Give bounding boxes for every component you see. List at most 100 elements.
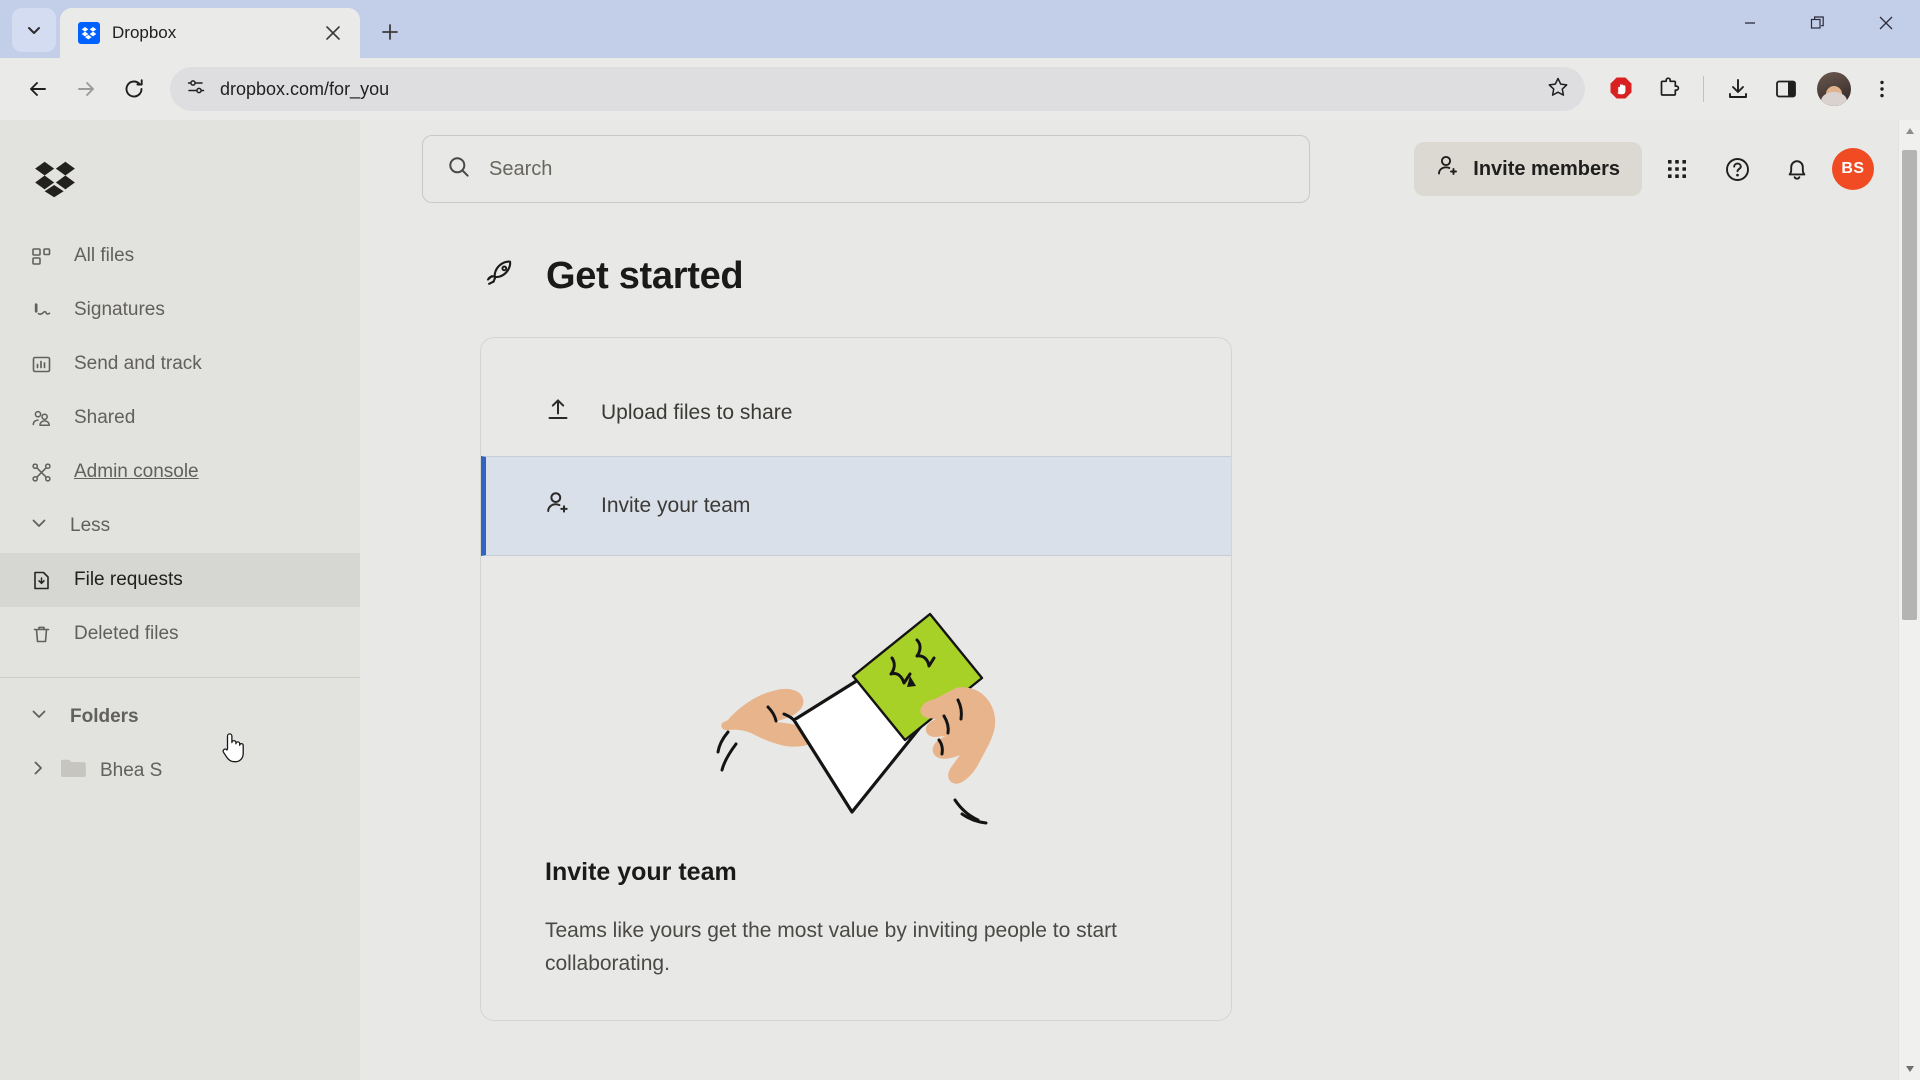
admin-icon [30,461,52,483]
search-input[interactable]: Search [422,135,1310,203]
close-window-button[interactable] [1852,0,1920,46]
chevron-down-icon [30,514,48,538]
window-controls [1716,0,1920,46]
grid-apps-icon [1668,160,1686,178]
main-header: Search Invite members BS [360,120,1920,218]
shared-icon [30,407,52,429]
help-button[interactable] [1712,144,1762,194]
downloads-icon [1729,79,1747,98]
sidebar-item-all-files[interactable]: All files [0,229,360,283]
invite-members-label: Invite members [1473,157,1620,180]
star-icon [1548,77,1568,96]
close-tab-button[interactable] [320,20,346,46]
forward-arrow-icon [78,82,94,96]
card-detail: Invite your team Teams like yours get th… [481,848,1231,1020]
file-request-icon [30,569,52,591]
upload-icon [545,397,571,429]
sidebar-item-label: Send and track [74,353,202,374]
person-add-icon [545,490,571,522]
reload-icon [125,79,143,98]
side-panel-button[interactable] [1764,67,1808,111]
task-upload-files[interactable]: Upload files to share [481,380,1231,446]
sidebar-item-label: Shared [74,407,136,428]
plus-icon [382,24,398,40]
dropbox-logo[interactable] [0,142,360,229]
side-panel-icon [1776,80,1796,98]
user-avatar[interactable]: BS [1832,148,1874,190]
site-settings-icon[interactable] [186,77,206,102]
task-label: Upload files to share [601,401,793,424]
notifications-button[interactable] [1772,144,1822,194]
task-invite-your-team[interactable]: Invite your team [481,456,1231,556]
scroll-down-icon [1906,1066,1914,1072]
extensions-button[interactable] [1647,67,1691,111]
sidebar-folders-label: Folders [70,706,139,727]
sidebar-item-label: Deleted files [74,623,179,644]
sidebar-item-admin-console[interactable]: Admin console [0,445,360,499]
scroll-down-button[interactable] [1899,1058,1920,1080]
minimize-button[interactable] [1716,0,1784,46]
sidebar-item-shared[interactable]: Shared [0,391,360,445]
profile-button[interactable] [1812,67,1856,111]
tab-title: Dropbox [112,23,177,42]
main-content: Search Invite members BS Get started Upl… [360,120,1920,1080]
search-icon [447,155,471,184]
browser-tab[interactable]: Dropbox [60,8,360,58]
tab-strip: Dropbox [0,0,1920,58]
chevron-right-icon[interactable] [30,760,46,782]
avatar-initials: BS [1841,160,1865,177]
content-region: Get started Upload files to share Invite [360,254,1920,1022]
vertical-scrollbar[interactable] [1898,120,1920,1080]
sidebar-folder-label: Bhea S [100,760,163,781]
page-title: Get started [480,254,1920,299]
scrollbar-track[interactable] [1899,142,1920,1058]
folder-icon [60,757,86,785]
trash-icon [30,623,52,645]
new-tab-button[interactable] [370,12,410,52]
close-icon [1879,16,1893,30]
person-add-icon [1436,154,1460,184]
chrome-menu-icon [1880,80,1884,98]
downloads-button[interactable] [1716,67,1760,111]
sidebar-item-send-and-track[interactable]: Send and track [0,337,360,391]
illustration-hands-holding-envelope [481,556,1231,848]
sidebar-divider [0,677,360,678]
apps-grid-button[interactable] [1652,144,1702,194]
sidebar-toggle-less[interactable]: Less [0,499,360,553]
get-started-card: Upload files to share Invite your team I… [480,337,1232,1022]
back-arrow-icon [30,82,46,96]
address-bar[interactable]: dropbox.com/for_you [170,67,1585,111]
back-button[interactable] [16,67,60,111]
invite-members-button[interactable]: Invite members [1414,142,1642,196]
bell-icon [1788,160,1806,180]
maximize-button[interactable] [1784,0,1852,46]
detail-heading: Invite your team [545,858,737,886]
minimize-icon [1745,22,1755,24]
reload-button[interactable] [112,67,156,111]
tab-search-button[interactable] [12,8,56,52]
header-actions: Invite members BS [1414,142,1874,196]
adblock-icon [1610,77,1632,99]
browser-toolbar: dropbox.com/for_you [0,58,1920,120]
scroll-up-button[interactable] [1899,120,1920,142]
sidebar-item-signatures[interactable]: Signatures [0,283,360,337]
sidebar-item-label: File requests [74,569,183,590]
sidebar-folders-group[interactable]: Folders [0,690,360,744]
dropbox-favicon [78,22,100,44]
url-text: dropbox.com/for_you [220,78,390,99]
sidebar-item-label: Signatures [74,299,165,320]
sidebar-folder-item[interactable]: Bhea S [0,744,360,798]
page-title-text: Get started [546,255,744,297]
sidebar-item-file-requests[interactable]: File requests [0,553,360,607]
chrome-menu-button[interactable] [1860,67,1904,111]
adblock-extension-button[interactable] [1599,67,1643,111]
signature-icon [30,299,52,321]
bookmark-star-button[interactable] [1547,76,1569,103]
all-files-icon [30,245,52,267]
sidebar-item-deleted-files[interactable]: Deleted files [0,607,360,661]
rocket-icon [480,254,520,299]
extensions-icon [1660,77,1680,96]
forward-button[interactable] [64,67,108,111]
scrollbar-thumb[interactable] [1902,150,1917,620]
sidebar: All files Signatures Send and track Shar… [0,120,360,1080]
